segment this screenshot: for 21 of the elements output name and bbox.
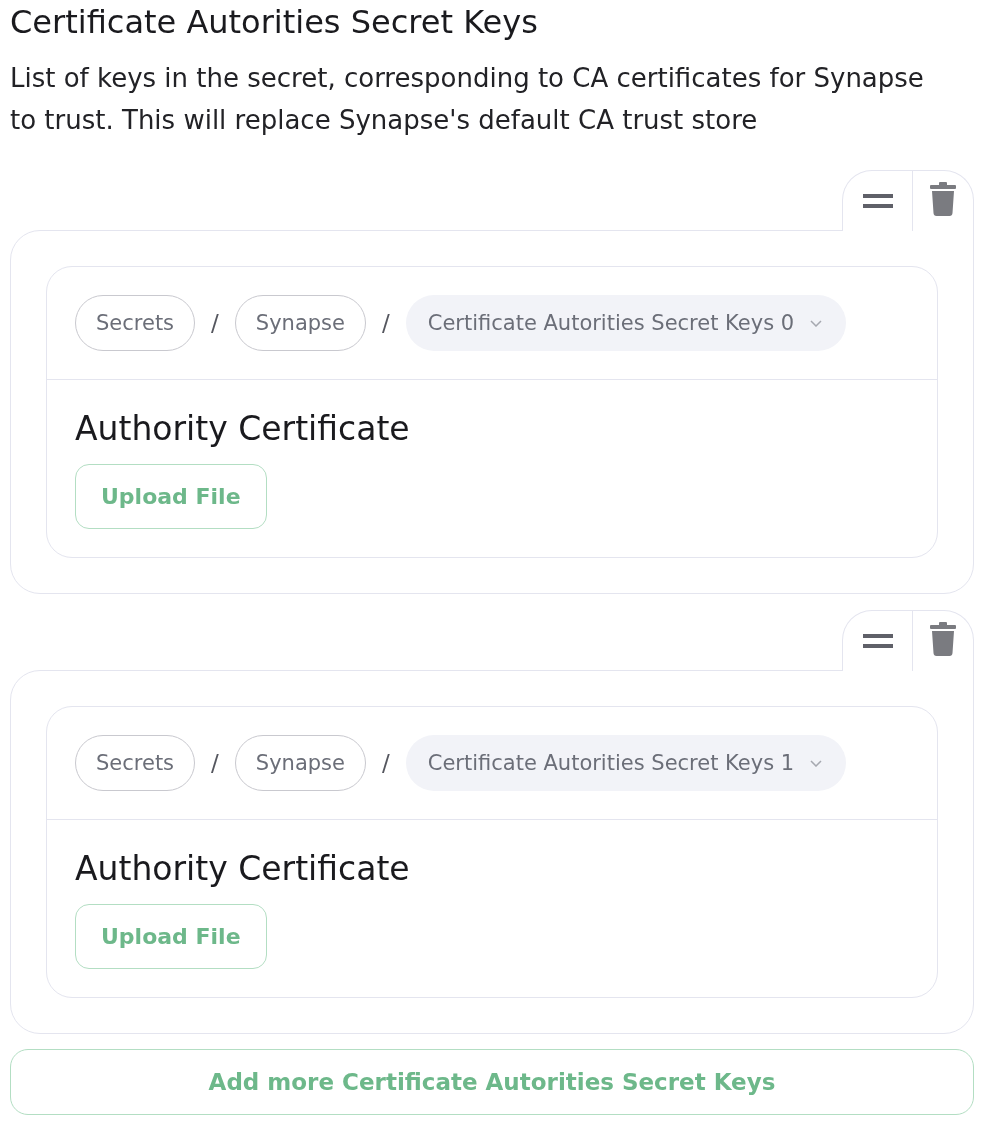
breadcrumb-dropdown[interactable]: Certificate Autorities Secret Keys 1	[405, 735, 847, 791]
chevron-down-icon	[810, 759, 823, 767]
section-title: Certificate Autorities Secret Keys	[10, 2, 539, 41]
breadcrumb-separator: /	[380, 310, 391, 336]
field-label: Authority Certificate	[75, 848, 410, 890]
upload-file-button[interactable]: Upload File	[75, 904, 267, 969]
breadcrumb-separator: /	[210, 310, 220, 336]
trash-icon	[930, 622, 956, 656]
double-line-icon	[862, 634, 893, 648]
double-line-icon	[862, 194, 893, 208]
breadcrumb-separator: /	[380, 750, 391, 776]
chevron-down-icon	[810, 319, 823, 327]
dropdown-label: Certificate Autorities Secret Keys 0	[427, 311, 795, 335]
add-more-button[interactable]: Add more Certificate Autorities Secret Keys	[10, 1049, 974, 1115]
trash-icon	[930, 182, 956, 216]
upload-file-button[interactable]: Upload File	[75, 464, 267, 529]
breadcrumb-separator: /	[210, 750, 220, 776]
field-label: Authority Certificate	[75, 408, 410, 450]
breadcrumb-dropdown[interactable]: Certificate Autorities Secret Keys 0	[405, 295, 847, 351]
section-description: List of keys in the secret, corresponding to CA certificates for Synapse to trust. This will replace Synapse's default CA trust store	[10, 62, 925, 137]
dropdown-label: Certificate Autorities Secret Keys 1	[427, 751, 795, 775]
